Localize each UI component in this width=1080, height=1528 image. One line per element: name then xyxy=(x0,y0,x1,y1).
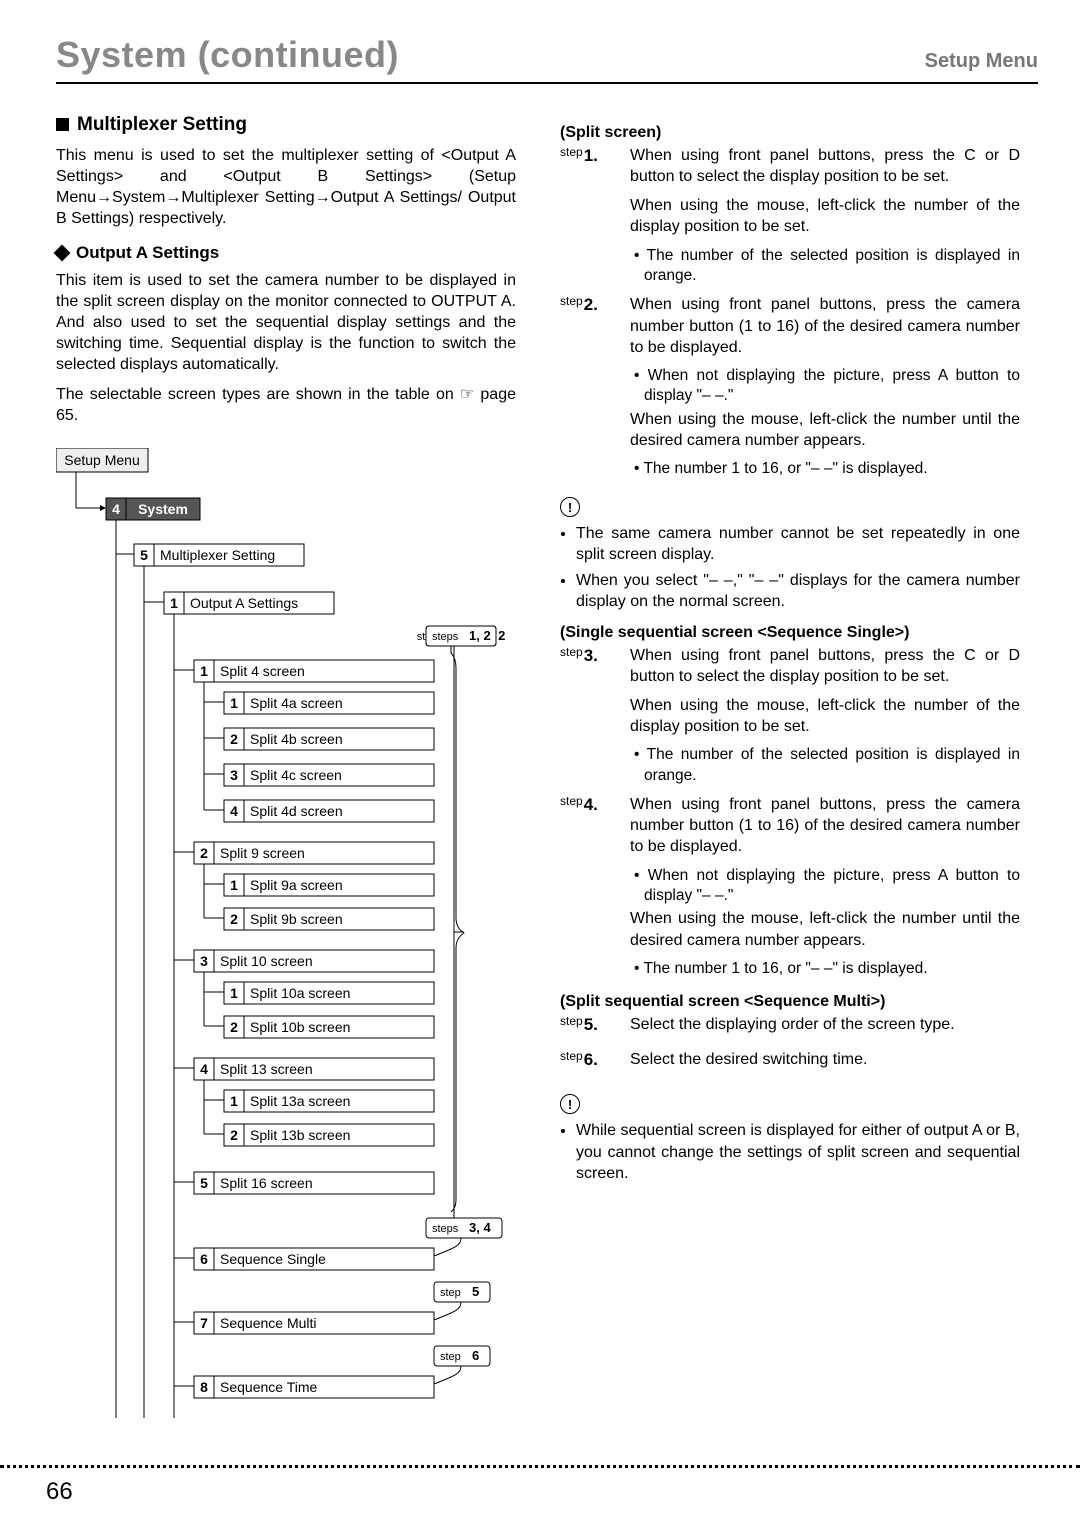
svg-text:Split 10b screen: Split 10b screen xyxy=(250,1019,350,1035)
svg-text:6: 6 xyxy=(200,1251,208,1267)
svg-text:Split 13a screen: Split 13a screen xyxy=(250,1093,350,1109)
split-screen-heading: (Split screen) xyxy=(560,122,1020,143)
svg-text:1: 1 xyxy=(200,663,208,679)
svg-text:2: 2 xyxy=(230,1019,238,1035)
svg-text:steps: steps xyxy=(432,1223,459,1235)
svg-text:8: 8 xyxy=(200,1379,208,1395)
table-ref: The selectable screen types are shown in… xyxy=(56,384,516,426)
section-heading-text: Multiplexer Setting xyxy=(77,112,247,137)
svg-text:Split 13 screen: Split 13 screen xyxy=(220,1061,313,1077)
step-1: step1. When using front panel buttons, p… xyxy=(560,145,1020,288)
svg-text:1: 1 xyxy=(230,985,238,1001)
split-seq-heading: (Split sequential screen <Sequence Multi… xyxy=(560,991,1020,1012)
svg-text:1, 2: 1, 2 xyxy=(469,628,491,643)
step-6: step6. Select the desired switching time… xyxy=(560,1049,1020,1078)
page-title: System (continued) xyxy=(56,34,399,76)
svg-text:Sequence Single: Sequence Single xyxy=(220,1251,326,1267)
svg-text:2: 2 xyxy=(230,1127,238,1143)
menu-tree: Setup Menu 4 System 5 Multiplexer Se xyxy=(56,448,516,1424)
svg-text:steps: steps xyxy=(432,631,459,643)
svg-text:2: 2 xyxy=(230,911,238,927)
svg-text:Split 16 screen: Split 16 screen xyxy=(220,1175,313,1191)
svg-text:step: step xyxy=(440,1287,461,1299)
page-subtitle: Setup Menu xyxy=(925,50,1038,73)
footer-divider xyxy=(0,1465,1080,1468)
output-a-desc: This item is used to set the camera numb… xyxy=(56,270,516,376)
left-column: Multiplexer Setting This menu is used to… xyxy=(56,112,516,1424)
page-number: 66 xyxy=(46,1478,73,1506)
svg-text:2: 2 xyxy=(230,731,238,747)
subheading: Output A Settings xyxy=(56,242,516,264)
svg-text:7: 7 xyxy=(200,1315,208,1331)
svg-text:4: 4 xyxy=(112,501,120,517)
svg-text:Split 9 screen: Split 9 screen xyxy=(220,845,305,861)
svg-text:Split 13b screen: Split 13b screen xyxy=(250,1127,350,1143)
diamond-bullet-icon xyxy=(54,244,71,261)
svg-text:Split 10a screen: Split 10a screen xyxy=(250,985,350,1001)
caution-icon: ! xyxy=(560,1094,580,1114)
svg-text:Split 4b screen: Split 4b screen xyxy=(250,731,343,747)
svg-text:Split 9b screen: Split 9b screen xyxy=(250,911,343,927)
caution-list-2: While sequential screen is displayed for… xyxy=(560,1120,1020,1183)
step-3: step3. When using front panel buttons, p… xyxy=(560,645,1020,788)
square-bullet-icon xyxy=(56,118,69,131)
caution-icon: ! xyxy=(560,497,580,517)
svg-text:3: 3 xyxy=(200,953,208,969)
svg-text:1: 1 xyxy=(170,595,178,611)
svg-text:Sequence Time: Sequence Time xyxy=(220,1379,317,1395)
svg-text:4: 4 xyxy=(230,803,238,819)
svg-text:Output A Settings: Output A Settings xyxy=(190,595,298,611)
svg-text:Sequence Multi: Sequence Multi xyxy=(220,1315,317,1331)
svg-text:Split 4 screen: Split 4 screen xyxy=(220,663,305,679)
right-column: (Split screen) step1. When using front p… xyxy=(560,112,1020,1424)
caution-list-1: The same camera number cannot be set rep… xyxy=(560,523,1020,611)
svg-text:3, 4: 3, 4 xyxy=(469,1220,491,1235)
intro-text: This menu is used to set the multiplexer… xyxy=(56,145,516,229)
svg-text:step: step xyxy=(440,1351,461,1363)
svg-text:1: 1 xyxy=(230,1093,238,1109)
step-2: step2. When using front panel buttons, p… xyxy=(560,294,1020,481)
svg-text:6: 6 xyxy=(472,1348,479,1363)
svg-text:System: System xyxy=(138,501,188,517)
svg-text:Split 4a screen: Split 4a screen xyxy=(250,695,343,711)
step-4: step4. When using front panel buttons, p… xyxy=(560,794,1020,981)
svg-text:Split 10 screen: Split 10 screen xyxy=(220,953,313,969)
single-seq-heading: (Single sequential screen <Sequence Sing… xyxy=(560,622,1020,643)
svg-text:5: 5 xyxy=(140,547,148,563)
step-5: step5. Select the displaying order of th… xyxy=(560,1014,1020,1043)
section-heading: Multiplexer Setting xyxy=(56,112,516,137)
subheading-text: Output A Settings xyxy=(76,242,219,264)
svg-text:Multiplexer Setting: Multiplexer Setting xyxy=(160,547,275,563)
svg-text:Split 4d screen: Split 4d screen xyxy=(250,803,343,819)
svg-text:Split 4c screen: Split 4c screen xyxy=(250,767,342,783)
svg-text:Split 9a screen: Split 9a screen xyxy=(250,877,343,893)
svg-text:1: 1 xyxy=(230,877,238,893)
svg-text:4: 4 xyxy=(200,1061,208,1077)
svg-text:1: 1 xyxy=(230,695,238,711)
svg-text:3: 3 xyxy=(230,767,238,783)
pointer-icon: ☞ xyxy=(460,386,474,403)
page-header: System (continued) Setup Menu xyxy=(56,34,1038,84)
svg-text:2: 2 xyxy=(200,845,208,861)
svg-text:Setup Menu: Setup Menu xyxy=(64,452,140,468)
svg-text:5: 5 xyxy=(472,1284,479,1299)
svg-text:5: 5 xyxy=(200,1175,208,1191)
